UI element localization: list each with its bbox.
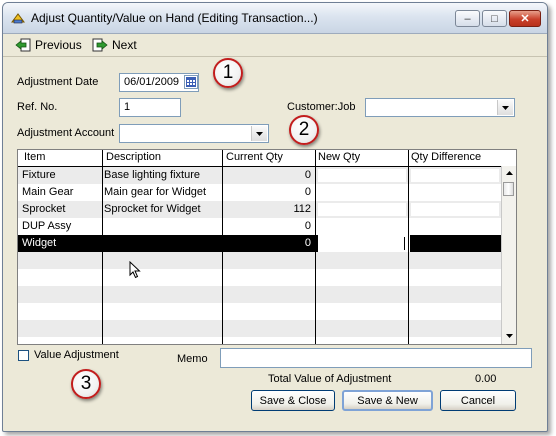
customer-job-dropdown[interactable] <box>365 98 515 117</box>
dropdown-arrow-icon <box>256 131 263 136</box>
grid-header: Item Description Current Qty New Qty Qty… <box>18 150 502 167</box>
cell-current-qty: 0 <box>304 220 311 232</box>
table-row[interactable]: Fixture Base lighting fixture 0 <box>18 167 502 184</box>
cell-description: Sprocket for Widget <box>104 203 201 215</box>
cell-qty-difference[interactable] <box>411 169 499 182</box>
calendar-icon <box>186 77 196 87</box>
previous-label: Previous <box>35 38 82 52</box>
column-header-description[interactable]: Description <box>106 151 161 163</box>
ref-no-label: Ref. No. <box>17 101 58 113</box>
value-adjustment-checkbox[interactable] <box>18 350 29 361</box>
customer-job-dropdown-button[interactable] <box>497 100 513 115</box>
memo-field[interactable] <box>220 348 532 368</box>
column-header-current-qty[interactable]: Current Qty <box>226 151 283 163</box>
cell-qty-difference[interactable] <box>411 203 499 216</box>
adjust-quantity-dialog: Adjust Quantity/Value on Hand (Editing T… <box>2 2 548 432</box>
save-new-button[interactable]: Save & New <box>342 390 433 411</box>
table-row[interactable]: Main Gear Main gear for Widget 0 <box>18 184 502 201</box>
cell-description: Main gear for Widget <box>104 186 207 198</box>
empty-row[interactable] <box>18 252 502 269</box>
empty-row[interactable] <box>18 303 502 320</box>
adjustment-account-dropdown[interactable] <box>119 124 269 143</box>
previous-button[interactable]: Previous <box>15 37 82 53</box>
cell-new-qty[interactable] <box>318 169 406 182</box>
total-value-label: Total Value of Adjustment <box>268 373 392 385</box>
toolbar: Previous Next <box>3 34 547 57</box>
table-row-selected[interactable]: Widget 0 <box>18 235 502 252</box>
previous-icon <box>15 38 31 52</box>
column-divider <box>102 150 103 344</box>
column-divider <box>222 150 223 344</box>
empty-row[interactable] <box>18 286 502 303</box>
memo-label: Memo <box>177 353 208 365</box>
maximize-button[interactable]: □ <box>482 10 507 27</box>
next-button[interactable]: Next <box>92 37 137 53</box>
text-cursor <box>404 237 405 250</box>
value-adjustment-label[interactable]: Value Adjustment <box>34 349 119 361</box>
empty-row[interactable] <box>18 269 502 286</box>
column-header-item[interactable]: Item <box>24 151 45 163</box>
cell-item: Fixture <box>22 169 56 181</box>
cell-current-qty: 0 <box>304 169 311 181</box>
column-divider <box>408 150 409 344</box>
cell-current-qty: 0 <box>304 186 311 198</box>
close-button[interactable]: ✕ <box>509 10 541 27</box>
minimize-button[interactable]: – <box>455 10 480 27</box>
maximize-icon: □ <box>491 12 498 25</box>
ref-no-field[interactable]: 1 <box>119 98 181 117</box>
scroll-down-icon <box>505 334 513 338</box>
cell-new-qty[interactable] <box>318 203 406 216</box>
scroll-up-button[interactable] <box>503 167 515 179</box>
dropdown-arrow-icon <box>502 105 509 110</box>
mouse-cursor-icon <box>129 261 141 279</box>
column-divider <box>315 150 316 344</box>
table-row[interactable]: DUP Assy 0 <box>18 218 502 235</box>
minimize-icon: – <box>464 12 471 25</box>
close-icon: ✕ <box>520 13 530 25</box>
callout-badge-2: 2 <box>289 115 319 145</box>
items-grid[interactable]: Item Description Current Qty New Qty Qty… <box>17 149 517 345</box>
window-title: Adjust Quantity/Value on Hand (Editing T… <box>31 11 318 25</box>
save-close-button[interactable]: Save & Close <box>251 390 335 411</box>
table-row[interactable]: Sprocket Sprocket for Widget 112 <box>18 201 502 218</box>
adjustment-date-label: Adjustment Date <box>17 76 99 88</box>
cell-item: Widget <box>22 237 57 249</box>
next-label: Next <box>112 38 137 52</box>
grid-scrollbar[interactable] <box>501 166 516 344</box>
column-header-qty-difference[interactable]: Qty Difference <box>411 151 481 163</box>
calendar-button[interactable] <box>184 75 198 89</box>
adjustment-account-label: Adjustment Account <box>17 127 115 139</box>
callout-badge-1: 1 <box>213 58 243 88</box>
callout-badge-3: 3 <box>71 369 101 399</box>
scroll-thumb[interactable] <box>503 182 514 196</box>
new-qty-edit-cell[interactable] <box>318 235 410 252</box>
cell-item: DUP Assy <box>22 220 72 232</box>
cell-current-qty: 112 <box>293 203 311 215</box>
cell-item: Main Gear <box>22 186 74 198</box>
app-icon <box>11 13 25 24</box>
column-header-new-qty[interactable]: New Qty <box>318 151 360 163</box>
scroll-up-icon <box>505 171 513 175</box>
adjustment-account-dropdown-button[interactable] <box>251 126 267 141</box>
cell-description: Base lighting fixture <box>104 169 200 181</box>
cell-item: Sprocket <box>22 203 66 215</box>
next-icon <box>92 38 108 52</box>
cell-current-qty: 0 <box>304 237 311 249</box>
empty-row[interactable] <box>18 320 502 337</box>
total-value: 0.00 <box>475 373 497 385</box>
cancel-button[interactable]: Cancel <box>440 390 516 411</box>
customer-job-label: Customer:Job <box>287 101 356 113</box>
title-bar[interactable]: Adjust Quantity/Value on Hand (Editing T… <box>3 3 547 34</box>
scroll-down-button[interactable] <box>503 330 515 342</box>
